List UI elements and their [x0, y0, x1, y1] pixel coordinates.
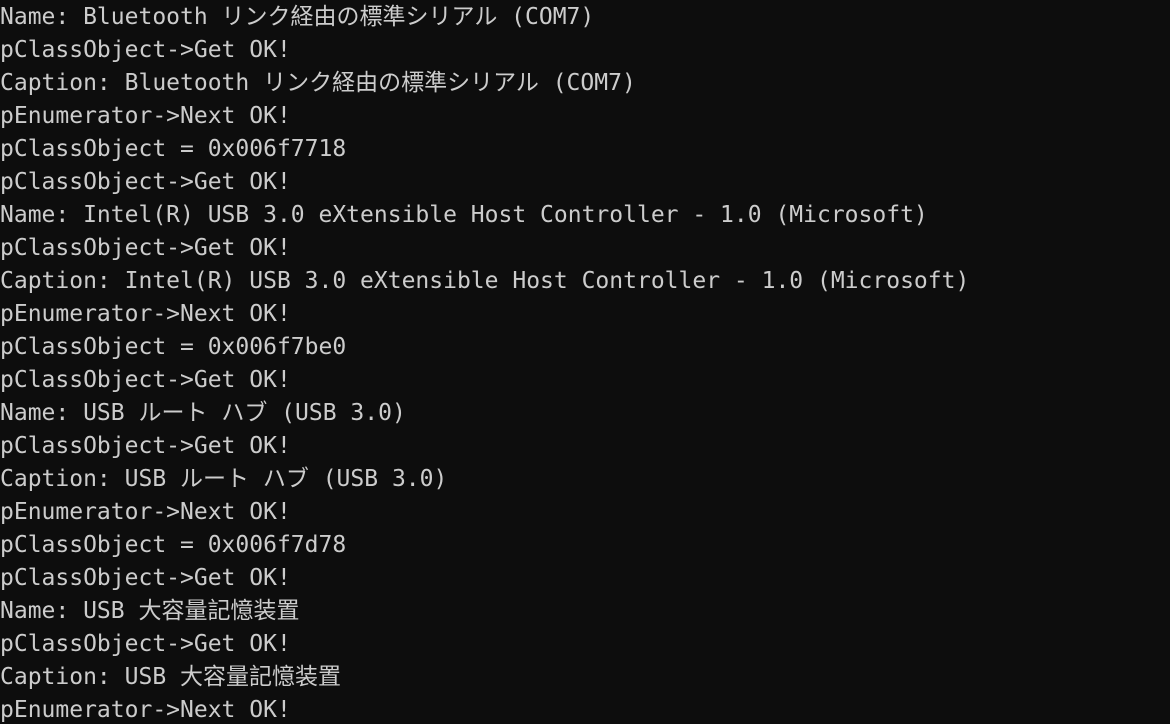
console-line: pEnumerator->Next OK!	[0, 499, 291, 525]
console-line: pClassObject = 0x006f7d78	[0, 532, 347, 558]
console-line: Name: USB ルート ハブ (USB 3.0)	[0, 400, 406, 426]
console-line: pEnumerator->Next OK!	[0, 697, 291, 723]
console-line: pClassObject->Get OK!	[0, 235, 291, 261]
console-line: Name: Bluetooth リンク経由の標準シリアル (COM7)	[0, 4, 595, 30]
console-line: Caption: USB 大容量記憶装置	[0, 664, 342, 690]
console-line: pClassObject = 0x006f7718	[0, 136, 347, 162]
console-line: Name: USB 大容量記憶装置	[0, 598, 300, 624]
console-line: Caption: USB ルート ハブ (USB 3.0)	[0, 466, 448, 492]
console-line: pClassObject = 0x006f7be0	[0, 334, 347, 360]
console-line: pClassObject->Get OK!	[0, 367, 291, 393]
console-line: pClassObject->Get OK!	[0, 37, 291, 63]
console-output-area[interactable]: Name: Bluetooth リンク経由の標準シリアル (COM7) pClas…	[0, 0, 1170, 724]
console-line: pClassObject->Get OK!	[0, 631, 291, 657]
console-line: pClassObject->Get OK!	[0, 433, 291, 459]
console-line: Name: Intel(R) USB 3.0 eXtensible Host C…	[0, 202, 928, 228]
console-line: pClassObject->Get OK!	[0, 565, 291, 591]
console-line: Caption: Intel(R) USB 3.0 eXtensible Hos…	[0, 268, 970, 294]
console-line: pEnumerator->Next OK!	[0, 103, 291, 129]
console-line: Caption: Bluetooth リンク経由の標準シリアル (COM7)	[0, 70, 636, 96]
console-line: pClassObject->Get OK!	[0, 169, 291, 195]
console-line: pEnumerator->Next OK!	[0, 301, 291, 327]
